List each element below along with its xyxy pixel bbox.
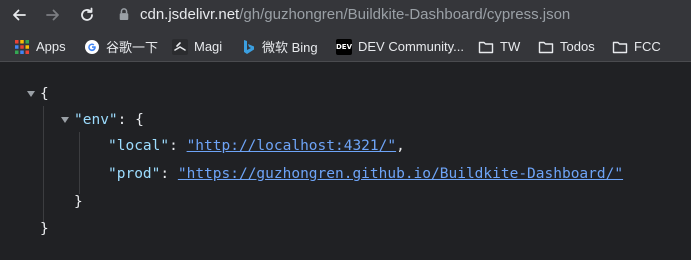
address-bar[interactable]: cdn.jsdelivr.net/gh/guzhongren/Buildkite… bbox=[104, 0, 691, 28]
url-host: cdn.jsdelivr.net bbox=[140, 5, 240, 23]
brace: { bbox=[135, 112, 144, 128]
json-line-env: "env": { bbox=[74, 108, 144, 132]
folder-icon bbox=[612, 39, 628, 55]
bookmark-label: DEV Community... bbox=[358, 39, 464, 54]
back-button[interactable] bbox=[8, 4, 30, 26]
browser-toolbar: cdn.jsdelivr.net/gh/guzhongren/Buildkite… bbox=[0, 0, 691, 32]
folder-icon bbox=[538, 39, 554, 55]
bookmarks-bar: Apps 谷歌一下 Magi 微软 Bing DEV DEV Community… bbox=[0, 32, 691, 62]
collapse-env-toggle[interactable] bbox=[60, 115, 70, 125]
bookmark-fcc[interactable]: FCC bbox=[612, 35, 661, 59]
json-viewer: { "env": { "local": "http://localhost:43… bbox=[0, 62, 691, 260]
json-key-env: "env" bbox=[74, 112, 118, 128]
bookmark-tw[interactable]: TW bbox=[478, 35, 520, 59]
reload-button[interactable] bbox=[76, 4, 98, 26]
apps-grid-icon bbox=[14, 39, 30, 55]
bookmark-label: FCC bbox=[634, 39, 661, 54]
colon: : bbox=[169, 138, 178, 154]
bookmark-todos[interactable]: Todos bbox=[538, 35, 595, 59]
dev-icon: DEV bbox=[336, 38, 352, 55]
forward-button[interactable] bbox=[42, 4, 64, 26]
triangle-down-icon bbox=[61, 117, 69, 123]
reload-icon bbox=[81, 7, 93, 21]
json-key-prod: "prod" bbox=[108, 166, 161, 182]
triangle-down-icon bbox=[27, 91, 35, 97]
magi-icon bbox=[172, 38, 188, 55]
bing-icon bbox=[240, 39, 256, 55]
json-key-local: "local" bbox=[108, 138, 170, 154]
indent-guide bbox=[79, 132, 80, 194]
google-icon bbox=[84, 39, 100, 55]
bookmark-label: 谷歌一下 bbox=[106, 40, 159, 55]
bookmark-label: 微软 Bing bbox=[262, 40, 318, 55]
bookmark-label: TW bbox=[500, 39, 521, 54]
brace: { bbox=[40, 86, 49, 102]
url-path: /gh/guzhongren/Buildkite-Dashboard/cypre… bbox=[239, 5, 571, 23]
json-line-env-close: } bbox=[74, 190, 83, 214]
json-link-prod[interactable]: "https://guzhongren.github.io/Buildkite-… bbox=[178, 166, 623, 182]
collapse-root-toggle[interactable] bbox=[26, 89, 36, 99]
json-line-root-open: { bbox=[40, 82, 49, 106]
folder-icon bbox=[478, 39, 494, 55]
lock-icon bbox=[118, 6, 132, 22]
colon: : bbox=[160, 166, 170, 182]
indent-guide bbox=[43, 106, 44, 226]
arrow-right-icon bbox=[46, 9, 59, 21]
brace: } bbox=[40, 221, 49, 237]
json-link-local[interactable]: "http://localhost:4321/" bbox=[187, 138, 397, 154]
bookmark-label: Todos bbox=[560, 39, 595, 54]
bookmark-apps[interactable]: Apps bbox=[14, 35, 66, 59]
colon: : bbox=[117, 112, 127, 128]
arrow-left-icon bbox=[13, 9, 26, 21]
comma: , bbox=[396, 138, 405, 154]
json-line-root-close: } bbox=[40, 217, 49, 241]
brace: } bbox=[74, 194, 83, 210]
bookmark-label: Apps bbox=[36, 39, 66, 54]
bookmark-google[interactable]: 谷歌一下 bbox=[84, 35, 158, 59]
bookmark-bing[interactable]: 微软 Bing bbox=[240, 35, 318, 59]
json-line-prod: "prod": "https://guzhongren.github.io/Bu… bbox=[108, 162, 623, 186]
json-line-local: "local": "http://localhost:4321/", bbox=[108, 134, 405, 158]
bookmark-magi[interactable]: Magi bbox=[172, 35, 222, 59]
bookmark-dev[interactable]: DEV DEV Community... bbox=[336, 35, 464, 59]
bookmark-label: Magi bbox=[194, 39, 223, 54]
